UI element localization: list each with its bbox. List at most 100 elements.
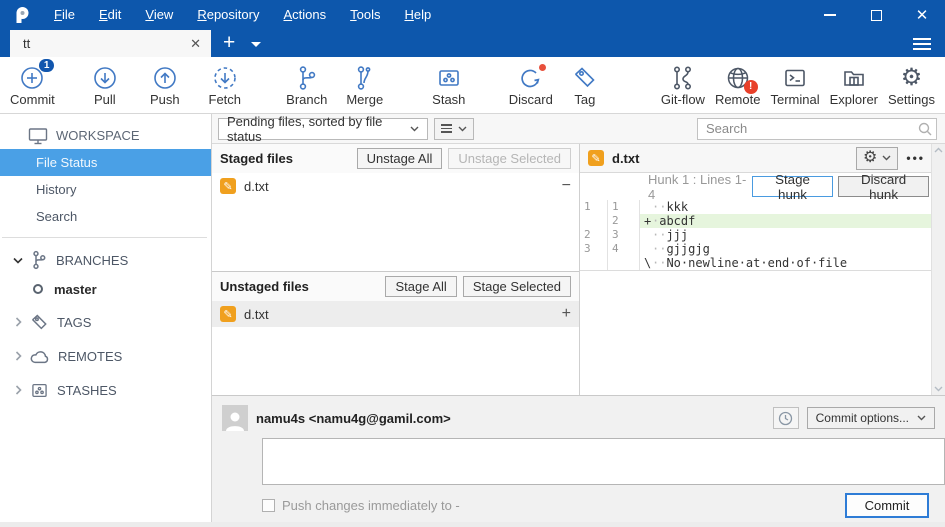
sidebar-section-stashes[interactable]: STASHES <box>0 375 211 405</box>
stashes-section-label: STASHES <box>57 383 117 398</box>
bottom-resize-strip <box>0 522 945 527</box>
menu-tools[interactable]: Tools <box>338 0 392 30</box>
settings-toolbar-button[interactable]: ⚙ Settings <box>888 59 935 111</box>
stage-selected-button[interactable]: Stage Selected <box>463 276 571 297</box>
search-input[interactable] <box>697 118 937 140</box>
unstaged-files-panel: Unstaged files Stage All Stage Selected … <box>212 272 579 327</box>
stage-all-button[interactable]: Stage All <box>385 276 456 297</box>
sidebar-item-search[interactable]: Search <box>0 203 211 230</box>
menu-actions[interactable]: Actions <box>271 0 338 30</box>
maximize-icon <box>871 10 882 21</box>
sidebar-section-remotes[interactable]: REMOTES <box>0 341 211 371</box>
close-button[interactable]: ✕ <box>899 0 945 30</box>
commit-options-button[interactable]: Commit options... <box>807 407 935 429</box>
sidebar-section-tags[interactable]: TAGS <box>0 307 211 337</box>
unstage-selected-button[interactable]: Unstage Selected <box>448 148 571 169</box>
unstaged-file-row[interactable]: ✎ d.txt + <box>212 301 579 327</box>
chevron-down-icon[interactable] <box>10 257 26 264</box>
merge-toolbar-button[interactable]: Merge <box>343 59 387 111</box>
sidebar-item-history[interactable]: History <box>0 176 211 203</box>
chevron-down-icon <box>410 126 419 132</box>
diff-options-button[interactable]: ⚙ <box>856 147 898 170</box>
undo-arrow-icon <box>518 64 544 92</box>
terminal-toolbar-button[interactable]: Terminal <box>770 59 819 111</box>
discard-hunk-button[interactable]: Discard hunk <box>838 176 929 197</box>
more-options-button[interactable]: ••• <box>906 151 925 165</box>
sidebar-branch-master[interactable]: master <box>0 275 211 303</box>
menu-view[interactable]: View <box>133 0 185 30</box>
menu-help[interactable]: Help <box>392 0 443 30</box>
diff-line[interactable]: 1 1 ··kkk <box>580 200 945 214</box>
titlebar: File Edit View Repository Actions Tools … <box>0 0 945 30</box>
sidebar-divider <box>2 237 207 238</box>
hamburger-menu-button[interactable] <box>913 38 931 50</box>
stage-hunk-button[interactable]: Stage hunk <box>752 176 833 197</box>
explorer-toolbar-button[interactable]: Explorer <box>830 59 878 111</box>
tab-list-caret-icon[interactable] <box>251 42 261 47</box>
remote-alert-badge: ! <box>744 80 758 94</box>
commit-toolbar-button[interactable]: 1 Commit <box>10 59 55 111</box>
gitflow-toolbar-button[interactable]: Git-flow <box>661 59 705 111</box>
chevron-right-icon[interactable] <box>10 385 26 395</box>
arrow-down-dashed-circle-icon <box>212 64 238 92</box>
diff-line-added[interactable]: 2 +·abcdf <box>580 214 945 228</box>
push-toolbar-button[interactable]: Push <box>143 59 187 111</box>
commit-count-badge: 1 <box>39 59 55 72</box>
chevron-down-icon <box>917 415 926 421</box>
plus-circle-icon: 1 <box>19 64 45 92</box>
new-tab-button[interactable]: + <box>223 30 235 55</box>
sidebar-item-file-status[interactable]: File Status <box>0 149 211 176</box>
pull-toolbar-button[interactable]: Pull <box>83 59 127 111</box>
discard-toolbar-button[interactable]: Discard <box>509 59 553 111</box>
fetch-toolbar-button[interactable]: Fetch <box>203 59 247 111</box>
unstage-file-button[interactable]: − <box>562 178 571 194</box>
diff-hunk: Hunk 1 : Lines 1-4 Stage hunk Discard hu… <box>580 173 945 271</box>
search-icon <box>918 122 932 136</box>
diff-scrollbar[interactable] <box>931 144 945 395</box>
commit-history-button[interactable] <box>773 407 799 429</box>
cloud-icon <box>30 349 50 364</box>
push-immediately-checkbox[interactable] <box>262 499 275 512</box>
repo-tab[interactable]: tt ✕ <box>10 30 211 57</box>
pending-files-select[interactable]: Pending files, sorted by file status <box>218 118 428 140</box>
chevron-right-icon[interactable] <box>10 317 26 327</box>
commit-message-input[interactable] <box>262 438 945 485</box>
view-mode-button[interactable] <box>434 118 474 140</box>
main-toolbar: 1 Commit Pull Push Fetch <box>0 57 945 114</box>
commit-author: namu4s <namu4g@gamil.com> <box>256 411 451 426</box>
scroll-down-icon[interactable] <box>934 386 943 392</box>
scroll-up-icon[interactable] <box>934 147 943 153</box>
branch-icon <box>295 64 319 92</box>
unstage-all-button[interactable]: Unstage All <box>357 148 443 169</box>
modified-pencil-icon: ✎ <box>220 306 236 322</box>
sourcetree-logo-icon <box>12 5 32 25</box>
terminal-icon <box>782 64 808 92</box>
stash-toolbar-button[interactable]: Stash <box>427 59 471 111</box>
staged-file-row[interactable]: ✎ d.txt − <box>212 173 579 199</box>
menu-file[interactable]: File <box>42 0 87 30</box>
minimize-icon <box>824 14 836 16</box>
diff-line[interactable]: 3 4 ··gjjgjg <box>580 242 945 256</box>
tab-bar: tt ✕ + <box>0 30 945 57</box>
minimize-button[interactable] <box>807 0 853 30</box>
tag-toolbar-button[interactable]: Tag <box>563 59 607 111</box>
stash-box-icon <box>30 381 49 400</box>
discard-alert-dot <box>539 64 546 71</box>
branch-toolbar-button[interactable]: Branch <box>285 59 329 111</box>
file-lists-column: Staged files Unstage All Unstage Selecte… <box>212 144 580 395</box>
commit-button[interactable]: Commit <box>845 493 929 518</box>
diff-line[interactable]: 2 3 ··jjj <box>580 228 945 242</box>
tab-close-icon[interactable]: ✕ <box>190 36 201 52</box>
remote-toolbar-button[interactable]: ! Remote <box>715 59 761 111</box>
sidebar-section-branches[interactable]: BRANCHES <box>0 245 211 275</box>
maximize-button[interactable] <box>853 0 899 30</box>
arrow-down-circle-icon <box>92 64 118 92</box>
menubar: File Edit View Repository Actions Tools … <box>42 0 443 30</box>
menu-edit[interactable]: Edit <box>87 0 133 30</box>
stage-file-button[interactable]: + <box>562 306 571 322</box>
gear-icon: ⚙ <box>901 64 923 92</box>
branches-section-label: BRANCHES <box>56 253 128 268</box>
sidebar: WORKSPACE File Status History Search BRA… <box>0 114 212 527</box>
chevron-right-icon[interactable] <box>10 351 26 361</box>
menu-repository[interactable]: Repository <box>185 0 271 30</box>
